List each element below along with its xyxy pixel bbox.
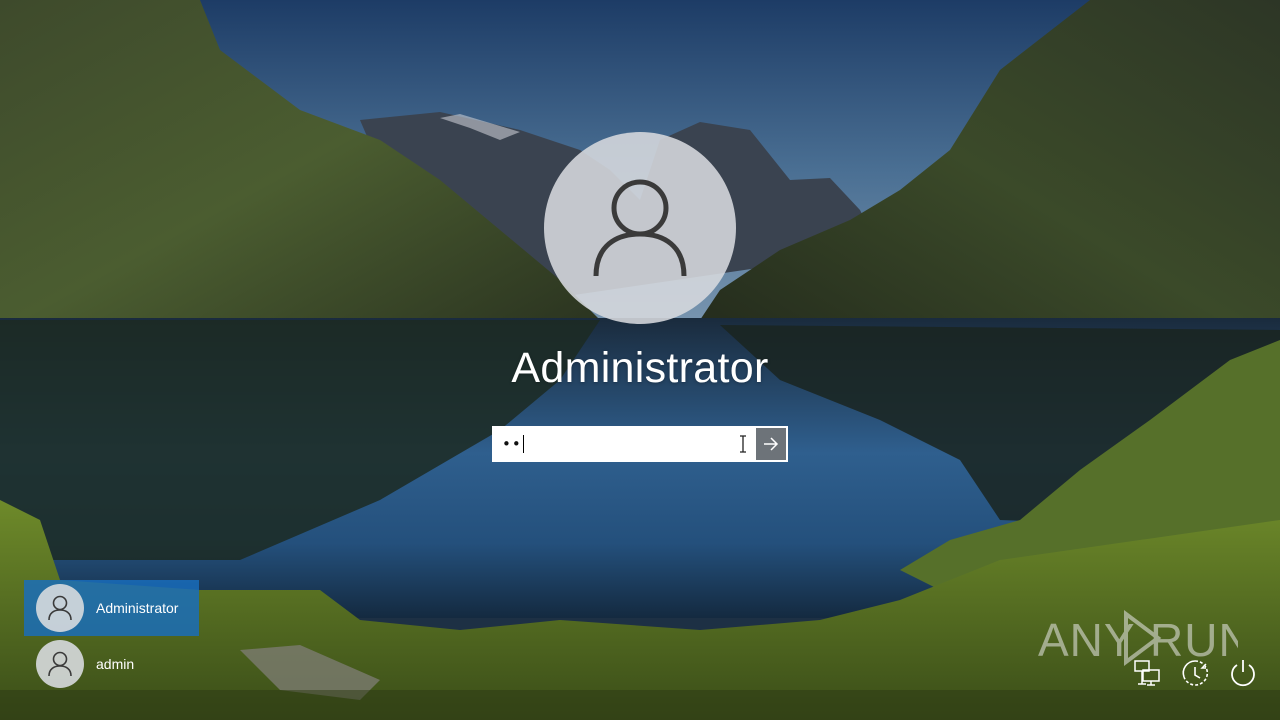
password-box: •• <box>492 426 788 462</box>
system-tray <box>1130 656 1260 690</box>
ease-of-access-icon <box>1182 660 1209 686</box>
user-list: Administrator admin <box>24 580 199 692</box>
watermark-left-text: ANY <box>1038 614 1136 666</box>
power-button[interactable] <box>1226 656 1260 690</box>
user-icon <box>48 651 72 677</box>
user-item-admin[interactable]: admin <box>24 636 199 692</box>
user-item-label: admin <box>96 656 135 672</box>
ibeam-cursor-icon <box>740 435 746 453</box>
ease-of-access-button[interactable] <box>1178 656 1212 690</box>
network-button[interactable] <box>1130 656 1164 690</box>
user-icon <box>593 179 687 277</box>
user-item-label: Administrator <box>96 600 179 616</box>
lock-screen: Administrator •• Administrator admin ANY… <box>0 0 1280 720</box>
user-avatar <box>36 640 84 688</box>
text-caret <box>522 435 524 453</box>
power-icon <box>1231 660 1255 687</box>
username-title: Administrator <box>511 344 769 392</box>
user-icon <box>48 595 72 621</box>
arrow-right-icon <box>764 437 779 451</box>
password-masked-value: •• <box>502 435 522 453</box>
user-avatar-large <box>544 132 736 324</box>
user-avatar <box>36 584 84 632</box>
user-item-administrator[interactable]: Administrator <box>24 580 199 636</box>
submit-button[interactable] <box>754 428 786 460</box>
network-icon <box>1134 660 1160 686</box>
password-input[interactable]: •• <box>494 428 754 460</box>
